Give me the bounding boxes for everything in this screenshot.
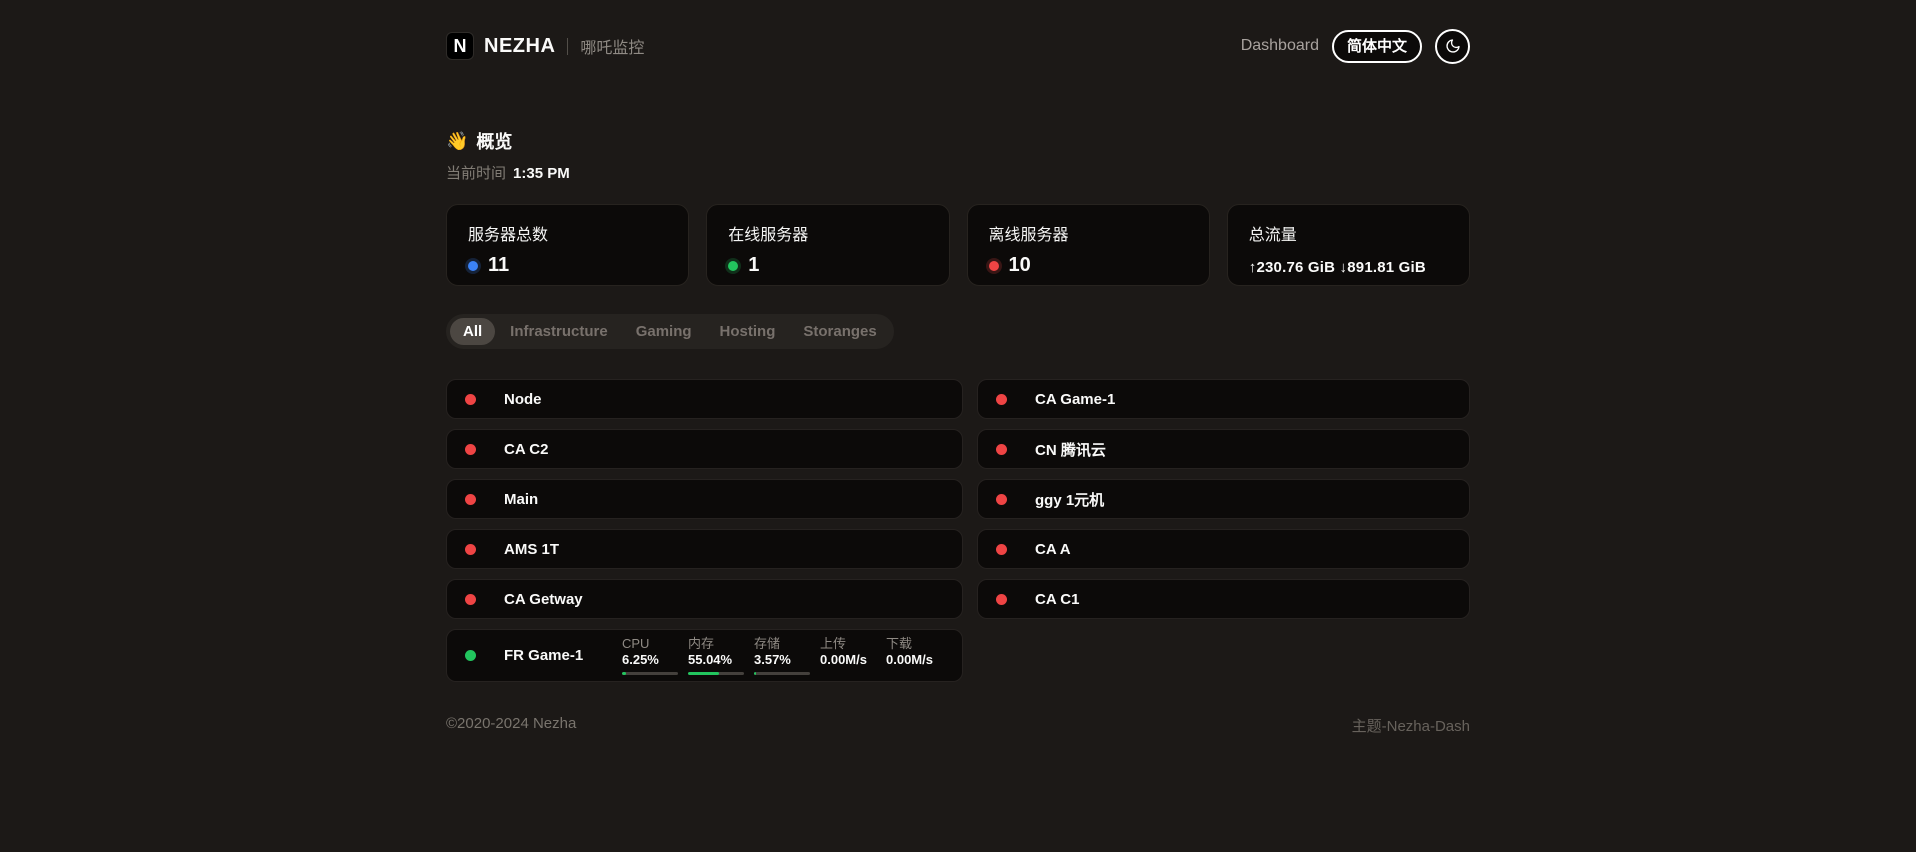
stat-card-value: 10 bbox=[1009, 254, 1031, 277]
nezha-logo-icon: N bbox=[446, 32, 474, 60]
server-status-dot-icon bbox=[996, 544, 1007, 555]
current-time-value: 1:35 PM bbox=[513, 165, 570, 182]
server-name: AMS 1T bbox=[504, 541, 622, 558]
server-row[interactable]: CA C1 bbox=[977, 579, 1470, 619]
server-row[interactable]: ggy 1元机 bbox=[977, 479, 1470, 519]
server-name: ggy 1元机 bbox=[1035, 489, 1153, 510]
tab-hosting[interactable]: Hosting bbox=[707, 318, 789, 345]
language-button[interactable]: 简体中文 bbox=[1332, 30, 1422, 63]
stat-card-online-servers: 在线服务器 1 bbox=[706, 204, 949, 286]
server-status-dot-icon bbox=[996, 494, 1007, 505]
overview-section: 👋 概览 当前时间 1:35 PM 服务器总数 11 在线服务器 1 bbox=[446, 128, 1470, 736]
server-status-dot-icon bbox=[465, 650, 476, 661]
server-status-dot-icon bbox=[465, 444, 476, 455]
server-status-dot-icon bbox=[465, 544, 476, 555]
server-row[interactable]: CN 腾讯云 bbox=[977, 429, 1470, 469]
brand-name: NEZHA bbox=[484, 35, 555, 58]
online-servers-dot-icon bbox=[728, 261, 738, 271]
stat-card-offline-servers: 离线服务器 10 bbox=[967, 204, 1210, 286]
server-status-dot-icon bbox=[465, 394, 476, 405]
dashboard-link[interactable]: Dashboard bbox=[1241, 37, 1319, 55]
server-stat: 上传0.00M/s bbox=[820, 636, 878, 675]
stat-card-label: 总流量 bbox=[1249, 221, 1448, 245]
app-header: N NEZHA 哪吒监控 Dashboard 简体中文 bbox=[446, 0, 1470, 66]
stat-card-value: 1 bbox=[748, 254, 759, 277]
tab-storanges[interactable]: Storanges bbox=[790, 318, 889, 345]
copyright-text: ©2020-2024 Nezha bbox=[446, 715, 576, 736]
server-row[interactable]: Node bbox=[446, 379, 963, 419]
current-time-row: 当前时间 1:35 PM bbox=[446, 162, 1470, 183]
server-row[interactable]: CA A bbox=[977, 529, 1470, 569]
brand-logo[interactable]: N NEZHA 哪吒监控 bbox=[446, 32, 644, 60]
theme-credit-text: 主题-Nezha-Dash bbox=[1352, 715, 1470, 736]
stat-card-value: 11 bbox=[488, 254, 509, 277]
server-status-dot-icon bbox=[465, 494, 476, 505]
theme-toggle-button[interactable] bbox=[1435, 29, 1470, 64]
traffic-value: ↑230.76 GiB ↓891.81 GiB bbox=[1249, 259, 1448, 276]
server-row[interactable]: AMS 1T bbox=[446, 529, 963, 569]
server-status-dot-icon bbox=[996, 394, 1007, 405]
server-group-tabs: AllInfrastructureGamingHostingStoranges bbox=[446, 314, 894, 349]
server-row[interactable]: CA Getway bbox=[446, 579, 963, 619]
server-name: CA C1 bbox=[1035, 591, 1153, 608]
header-actions: Dashboard 简体中文 bbox=[1241, 29, 1470, 64]
current-time-label: 当前时间 bbox=[446, 162, 506, 183]
server-stat: 内存55.04% bbox=[688, 636, 746, 675]
server-list-left-column: Node CA C2 Main AMS 1T CA Getway FR Game… bbox=[446, 379, 963, 682]
server-name: CN 腾讯云 bbox=[1035, 439, 1153, 460]
tab-gaming[interactable]: Gaming bbox=[623, 318, 705, 345]
wave-emoji-icon: 👋 bbox=[446, 131, 468, 152]
stat-card-label: 服务器总数 bbox=[468, 221, 667, 245]
brand-subtitle: 哪吒监控 bbox=[580, 34, 644, 58]
server-name: CA A bbox=[1035, 541, 1153, 558]
server-name: CA Game-1 bbox=[1035, 391, 1153, 408]
server-status-dot-icon bbox=[465, 594, 476, 605]
server-name: CA C2 bbox=[504, 441, 622, 458]
server-name: Main bbox=[504, 491, 622, 508]
server-name: Node bbox=[504, 391, 622, 408]
tab-all[interactable]: All bbox=[450, 318, 495, 345]
server-list: Node CA C2 Main AMS 1T CA Getway FR Game… bbox=[446, 379, 1470, 682]
stat-card-total-servers: 服务器总数 11 bbox=[446, 204, 689, 286]
progress-bar bbox=[688, 672, 744, 675]
server-status-dot-icon bbox=[996, 444, 1007, 455]
tab-infrastructure[interactable]: Infrastructure bbox=[497, 318, 621, 345]
server-row[interactable]: FR Game-1 CPU6.25%内存55.04%存储3.57%上传0.00M… bbox=[446, 629, 963, 682]
server-row[interactable]: CA C2 bbox=[446, 429, 963, 469]
page-title: 👋 概览 bbox=[446, 128, 1470, 154]
brand-divider bbox=[567, 38, 568, 55]
server-stats: CPU6.25%内存55.04%存储3.57%上传0.00M/s下载0.00M/… bbox=[622, 636, 944, 675]
stat-card-label: 离线服务器 bbox=[989, 221, 1188, 245]
server-row[interactable]: CA Game-1 bbox=[977, 379, 1470, 419]
progress-bar bbox=[622, 672, 678, 675]
server-name: CA Getway bbox=[504, 591, 622, 608]
server-list-right-column: CA Game-1 CN 腾讯云 ggy 1元机 CA A CA C1 bbox=[977, 379, 1470, 619]
server-name: FR Game-1 bbox=[504, 647, 622, 664]
page-title-text: 概览 bbox=[476, 128, 512, 154]
stat-card-label: 在线服务器 bbox=[728, 221, 927, 245]
server-stat: 存储3.57% bbox=[754, 636, 812, 675]
app-footer: ©2020-2024 Nezha 主题-Nezha-Dash bbox=[446, 715, 1470, 736]
total-servers-dot-icon bbox=[468, 261, 478, 271]
server-row[interactable]: Main bbox=[446, 479, 963, 519]
progress-bar bbox=[754, 672, 810, 675]
stats-cards: 服务器总数 11 在线服务器 1 离线服务器 10 bbox=[446, 204, 1470, 286]
offline-servers-dot-icon bbox=[989, 261, 999, 271]
stat-card-total-traffic: 总流量 ↑230.76 GiB ↓891.81 GiB bbox=[1227, 204, 1470, 286]
server-stat: 下载0.00M/s bbox=[886, 636, 944, 675]
server-status-dot-icon bbox=[996, 594, 1007, 605]
server-stat: CPU6.25% bbox=[622, 636, 680, 675]
moon-icon bbox=[1445, 38, 1461, 54]
